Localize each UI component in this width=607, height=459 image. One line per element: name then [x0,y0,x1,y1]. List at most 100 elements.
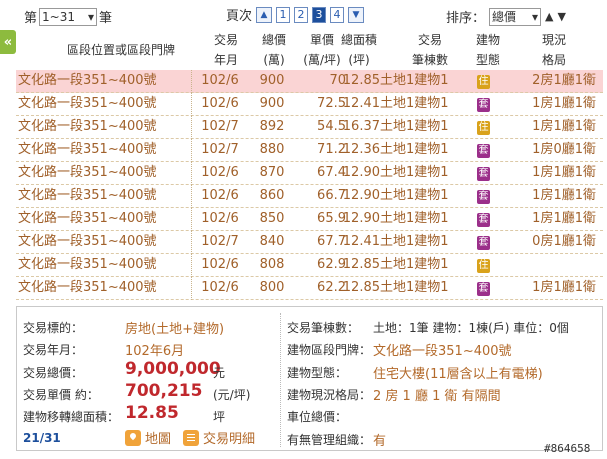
cell-date: 102/6 [201,257,239,272]
divider [280,313,281,447]
cell-total-price: 800 [259,280,285,295]
unit-price-unit: (元/坪) [213,388,251,402]
table-row[interactable]: 文化路一段351~400號 102/6 808 62.9 12.85 土地1建物1 住 [16,254,603,277]
suite-type-icon: 套 [477,236,490,250]
header-total-2: (萬) [263,53,285,67]
table-row[interactable]: 文化路一段351~400號 102/7 892 54.5 16.37 土地1建物1 1房1廳… [16,116,603,139]
cell-parcel-count: 土地1建物1 [380,211,449,226]
page-3-button[interactable]: 3 [312,6,327,23]
area-label: 建物移轉總面積： [23,410,120,424]
cell-area: 16.37 [342,119,380,134]
range-value: 1~31 [42,9,75,24]
range-select[interactable]: 1~31 ▾ [39,7,98,26]
header-addr: 區段位置或區段門牌 [66,43,175,57]
sort-select[interactable]: 總價 ▾ [489,7,542,26]
table-row[interactable]: 文化路一段351~400號 102/7 840 67.7 12.41 土地1建物1 0房1廳… [16,231,603,254]
header-type-1: 建物 [475,33,500,47]
cell-date: 102/6 [201,188,239,203]
cell-parcel-count: 土地1建物1 [380,280,449,295]
triangle-up-icon: ▲ [260,9,268,20]
cell-area: 12.36 [342,142,380,157]
header-total-1: 總價 [261,33,286,47]
cell-parcel-count: 土地1建物1 [380,257,449,272]
table-header: 區段位置或區段門牌 交易 年月 總價 (萬) 單價 (萬/坪) 總面積 (坪) … [16,30,607,70]
pager: 頁次 ▲ 1 2 3 4 ▼ [226,5,365,24]
cell-building-type: 住 [477,254,490,276]
row-divider [191,116,192,139]
cell-date: 102/6 [201,96,239,111]
header-date-2: 年月 [213,53,238,67]
table-row[interactable]: 文化路一段351~400號 102/6 850 65.9 12.90 土地1建物1 1房1廳… [16,208,603,231]
cell-parcel-count: 土地1建物1 [380,165,449,180]
row-divider [191,139,192,162]
management-label: 有無管理組織： [287,433,372,447]
sort-control: 排序： 總價 ▾ ▲ ▼ [446,7,566,26]
row-divider [191,70,192,93]
cell-address: 文化路一段351~400號 [18,280,157,295]
cell-address: 文化路一段351~400號 [18,96,157,111]
cell-parcel-count: 土地1建物1 [380,142,449,157]
building-type-value: 住宅大樓(11層含以上有電梯) [373,367,543,382]
table-row[interactable]: 文化路一段351~400號 102/6 900 70 12.85 土地1建物1 2房1廳1衛… [16,70,603,93]
cell-date: 102/6 [201,211,239,226]
cell-area: 12.41 [342,234,380,249]
cell-area: 12.85 [342,73,380,88]
row-divider [191,254,192,277]
prev-page-button[interactable]: ▲ [256,6,273,23]
chevron-down-icon: ▾ [87,9,95,24]
row-divider [191,277,192,300]
cell-address: 文化路一段351~400號 [18,119,157,134]
table-row[interactable]: 文化路一段351~400號 102/6 900 72.5 12.41 土地1建物1 1房1廳… [16,93,603,116]
cell-total-price: 900 [259,73,285,88]
pager-label: 頁次 [226,9,253,24]
cell-building-type: 住 [477,116,490,138]
header-layout-2: 格局 [541,53,566,67]
cell-date: 102/6 [201,280,239,295]
table-row[interactable]: 文化路一段351~400號 102/6 800 62.2 12.85 土地1建物1 1房1廳… [16,277,603,300]
total-value: 9,000,000 [125,359,221,379]
count-label: 交易筆棟數： [287,321,360,335]
cell-area: 12.90 [342,211,380,226]
cell-parcel-count: 土地1建物1 [380,188,449,203]
cell-parcel-count: 土地1建物1 [380,234,449,249]
row-divider [191,231,192,254]
cell-total-price: 850 [259,211,285,226]
suite-type-icon: 套 [477,144,490,158]
cell-total-price: 892 [259,119,285,134]
sort-asc-button[interactable]: ▲ [545,10,553,23]
transaction-detail-button[interactable]: 交易明細 [183,428,255,447]
cell-address: 文化路一段351~400號 [18,234,157,249]
cell-layout: 1房1廳1衛 [532,119,596,134]
layout-value: 2 房 1 廳 1 衛 有隔間 [373,389,501,404]
target-label: 交易標的： [23,321,84,335]
residence-type-icon: 住 [477,75,490,89]
cell-date: 102/6 [201,165,239,180]
header-parcel-1: 交易 [417,33,442,47]
page-4-button[interactable]: 4 [330,6,345,23]
page-1-button[interactable]: 1 [276,6,291,23]
area-unit: 坪 [213,410,226,424]
header-parcel-2: 筆棟數 [411,53,448,67]
table-row[interactable]: 文化路一段351~400號 102/6 870 67.4 12.90 土地1建物1 1房1廳… [16,162,603,185]
cell-address: 文化路一段351~400號 [18,165,157,180]
building-type-label: 建物型態： [287,366,348,380]
map-button[interactable]: 地圖 [125,428,171,447]
suite-type-icon: 套 [477,167,490,181]
table-row[interactable]: 文化路一段351~400號 102/6 860 66.7 12.90 土地1建物1 1房1廳… [16,185,603,208]
cell-address: 文化路一段351~400號 [18,211,157,226]
transaction-detail-label: 交易明細 [203,432,256,447]
list-icon [183,429,199,446]
parking-price-label: 車位總價： [287,410,348,424]
collapse-panel-button[interactable]: « [0,30,16,54]
suite-type-icon: 套 [477,282,490,296]
next-page-button[interactable]: ▼ [348,6,365,23]
suite-type-icon: 套 [477,98,490,112]
page-2-button[interactable]: 2 [294,6,309,23]
table-row[interactable]: 文化路一段351~400號 102/7 880 71.2 12.36 土地1建物1 1房0廳… [16,139,603,162]
building-address-label: 建物區段門牌： [287,343,372,357]
cell-building-type: 套 [477,231,490,253]
cell-building-type: 套 [477,277,490,299]
sort-desc-button[interactable]: ▼ [557,10,565,23]
cell-total-price: 840 [259,234,285,249]
chevron-down-icon: ▾ [531,9,539,24]
